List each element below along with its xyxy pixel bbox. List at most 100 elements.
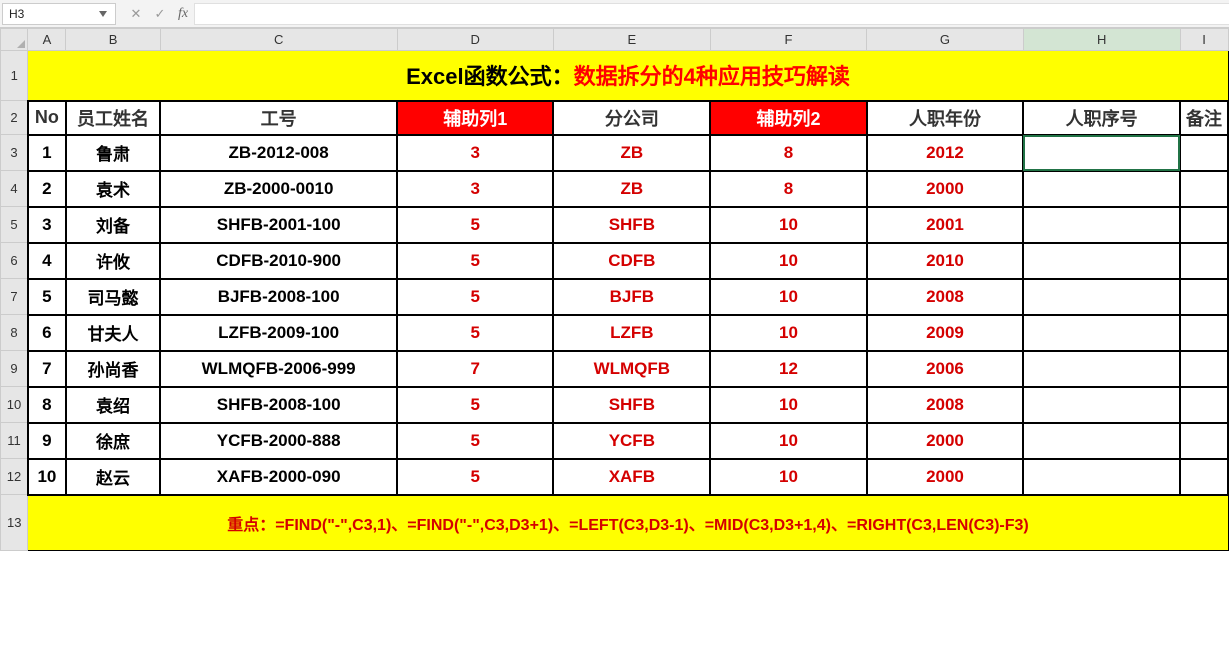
- cell-C7[interactable]: BJFB-2008-100: [160, 279, 397, 315]
- cell-I8[interactable]: [1180, 315, 1228, 351]
- row-header-12[interactable]: 12: [1, 459, 28, 495]
- cell-G10[interactable]: 2008: [867, 387, 1024, 423]
- cell-D5[interactable]: 5: [397, 207, 553, 243]
- row-header-10[interactable]: 10: [1, 387, 28, 423]
- cell-H5[interactable]: [1023, 207, 1180, 243]
- col-header-C[interactable]: C: [160, 29, 397, 51]
- cell-B7[interactable]: 司马懿: [66, 279, 160, 315]
- cell-C8[interactable]: LZFB-2009-100: [160, 315, 397, 351]
- cell-B4[interactable]: 袁术: [66, 171, 160, 207]
- table-header-G[interactable]: 人职年份: [867, 101, 1024, 135]
- cell-F5[interactable]: 10: [710, 207, 866, 243]
- table-header-B[interactable]: 员工姓名: [66, 101, 160, 135]
- cell-D12[interactable]: 5: [397, 459, 553, 495]
- cell-F12[interactable]: 10: [710, 459, 866, 495]
- cell-G11[interactable]: 2000: [867, 423, 1024, 459]
- table-header-D[interactable]: 辅助列1: [397, 101, 553, 135]
- cell-G5[interactable]: 2001: [867, 207, 1024, 243]
- cell-B9[interactable]: 孙尚香: [66, 351, 160, 387]
- cell-C6[interactable]: CDFB-2010-900: [160, 243, 397, 279]
- cell-I3[interactable]: [1180, 135, 1228, 171]
- cell-B5[interactable]: 刘备: [66, 207, 160, 243]
- cell-E12[interactable]: XAFB: [553, 459, 710, 495]
- cell-I6[interactable]: [1180, 243, 1228, 279]
- cell-A3[interactable]: 1: [28, 135, 66, 171]
- cell-H11[interactable]: [1023, 423, 1180, 459]
- cell-F7[interactable]: 10: [710, 279, 866, 315]
- cell-H6[interactable]: [1023, 243, 1180, 279]
- col-header-I[interactable]: I: [1180, 29, 1228, 51]
- cell-E5[interactable]: SHFB: [553, 207, 710, 243]
- cell-F11[interactable]: 10: [710, 423, 866, 459]
- table-header-A[interactable]: No: [28, 101, 66, 135]
- cell-F9[interactable]: 12: [710, 351, 866, 387]
- cell-E4[interactable]: ZB: [553, 171, 710, 207]
- title-cell[interactable]: Excel函数公式：数据拆分的4种应用技巧解读: [28, 51, 1228, 101]
- col-header-E[interactable]: E: [553, 29, 710, 51]
- cell-E3[interactable]: ZB: [553, 135, 710, 171]
- cell-H8[interactable]: [1023, 315, 1180, 351]
- cell-E8[interactable]: LZFB: [553, 315, 710, 351]
- cell-C9[interactable]: WLMQFB-2006-999: [160, 351, 397, 387]
- row-header-8[interactable]: 8: [1, 315, 28, 351]
- cell-C3[interactable]: ZB-2012-008: [160, 135, 397, 171]
- cell-A10[interactable]: 8: [28, 387, 66, 423]
- cell-B10[interactable]: 袁绍: [66, 387, 160, 423]
- row-header-11[interactable]: 11: [1, 423, 28, 459]
- cell-D9[interactable]: 7: [397, 351, 553, 387]
- cell-C11[interactable]: YCFB-2000-888: [160, 423, 397, 459]
- cell-E11[interactable]: YCFB: [553, 423, 710, 459]
- cell-G7[interactable]: 2008: [867, 279, 1024, 315]
- cell-A7[interactable]: 5: [28, 279, 66, 315]
- cell-H9[interactable]: [1023, 351, 1180, 387]
- cell-C5[interactable]: SHFB-2001-100: [160, 207, 397, 243]
- cell-B8[interactable]: 甘夫人: [66, 315, 160, 351]
- row-header-6[interactable]: 6: [1, 243, 28, 279]
- cell-G4[interactable]: 2000: [867, 171, 1024, 207]
- table-header-F[interactable]: 辅助列2: [710, 101, 866, 135]
- cell-A5[interactable]: 3: [28, 207, 66, 243]
- cell-G8[interactable]: 2009: [867, 315, 1024, 351]
- cell-C12[interactable]: XAFB-2000-090: [160, 459, 397, 495]
- cell-A11[interactable]: 9: [28, 423, 66, 459]
- cell-H10[interactable]: [1023, 387, 1180, 423]
- cell-B6[interactable]: 许攸: [66, 243, 160, 279]
- cell-C10[interactable]: SHFB-2008-100: [160, 387, 397, 423]
- cell-C4[interactable]: ZB-2000-0010: [160, 171, 397, 207]
- cell-I5[interactable]: [1180, 207, 1228, 243]
- cell-I12[interactable]: [1180, 459, 1228, 495]
- formula-input[interactable]: [194, 3, 1229, 25]
- cell-A9[interactable]: 7: [28, 351, 66, 387]
- cell-G3[interactable]: 2012: [867, 135, 1024, 171]
- col-header-G[interactable]: G: [867, 29, 1024, 51]
- footer-note[interactable]: 重点：=FIND("-",C3,1)、=FIND("-",C3,D3+1)、=L…: [28, 495, 1228, 551]
- cell-E6[interactable]: CDFB: [553, 243, 710, 279]
- cell-F6[interactable]: 10: [710, 243, 866, 279]
- cell-D3[interactable]: 3: [397, 135, 553, 171]
- fx-icon[interactable]: fx: [178, 6, 188, 22]
- cell-F4[interactable]: 8: [710, 171, 866, 207]
- row-header-4[interactable]: 4: [1, 171, 28, 207]
- enter-button[interactable]: ✓: [148, 3, 172, 25]
- name-box[interactable]: H3: [2, 3, 116, 25]
- cell-G6[interactable]: 2010: [867, 243, 1024, 279]
- cell-E10[interactable]: SHFB: [553, 387, 710, 423]
- row-header-1[interactable]: 1: [1, 51, 28, 101]
- cell-G9[interactable]: 2006: [867, 351, 1024, 387]
- cell-D10[interactable]: 5: [397, 387, 553, 423]
- table-header-H[interactable]: 人职序号: [1023, 101, 1180, 135]
- cell-A4[interactable]: 2: [28, 171, 66, 207]
- cell-I11[interactable]: [1180, 423, 1228, 459]
- col-header-H[interactable]: H: [1023, 29, 1180, 51]
- cell-D8[interactable]: 5: [397, 315, 553, 351]
- cell-E9[interactable]: WLMQFB: [553, 351, 710, 387]
- cell-A6[interactable]: 4: [28, 243, 66, 279]
- cell-I9[interactable]: [1180, 351, 1228, 387]
- spreadsheet-grid[interactable]: ABCDEFGHI1Excel函数公式：数据拆分的4种应用技巧解读2No员工姓名…: [0, 28, 1229, 648]
- cell-D6[interactable]: 5: [397, 243, 553, 279]
- cell-H4[interactable]: [1023, 171, 1180, 207]
- cell-E7[interactable]: BJFB: [553, 279, 710, 315]
- row-header-3[interactable]: 3: [1, 135, 28, 171]
- cell-F8[interactable]: 10: [710, 315, 866, 351]
- col-header-B[interactable]: B: [66, 29, 160, 51]
